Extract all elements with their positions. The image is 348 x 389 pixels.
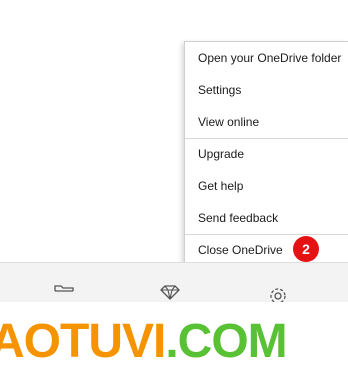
onedrive-bottom-bar (0, 262, 348, 303)
menu-item-send-feedback[interactable]: Send feedback (185, 204, 348, 232)
menu-item-settings[interactable]: Settings (185, 76, 348, 104)
menu-item-open-folder[interactable]: Open your OneDrive folder (185, 44, 348, 72)
folder-icon[interactable] (53, 285, 75, 303)
menu-item-view-online[interactable]: View online (185, 108, 348, 136)
diamond-icon[interactable] (159, 285, 181, 303)
step-number-badge: 2 (293, 236, 319, 262)
watermark-logo: AOTUVI.COM (0, 312, 288, 372)
menu-separator (185, 234, 348, 235)
menu-item-close-onedrive[interactable]: Close OneDrive (185, 236, 348, 264)
watermark-text-orange: AOTUVI (0, 315, 166, 368)
gear-icon[interactable] (267, 285, 289, 303)
menu-item-upgrade[interactable]: Upgrade (185, 140, 348, 168)
menu-item-get-help[interactable]: Get help (185, 172, 348, 200)
watermark-area: AOTUVI.COM (0, 302, 348, 389)
onedrive-context-menu: Open your OneDrive folder Settings View … (184, 41, 348, 265)
watermark-text-green: .COM (165, 315, 287, 368)
menu-separator (185, 138, 348, 139)
